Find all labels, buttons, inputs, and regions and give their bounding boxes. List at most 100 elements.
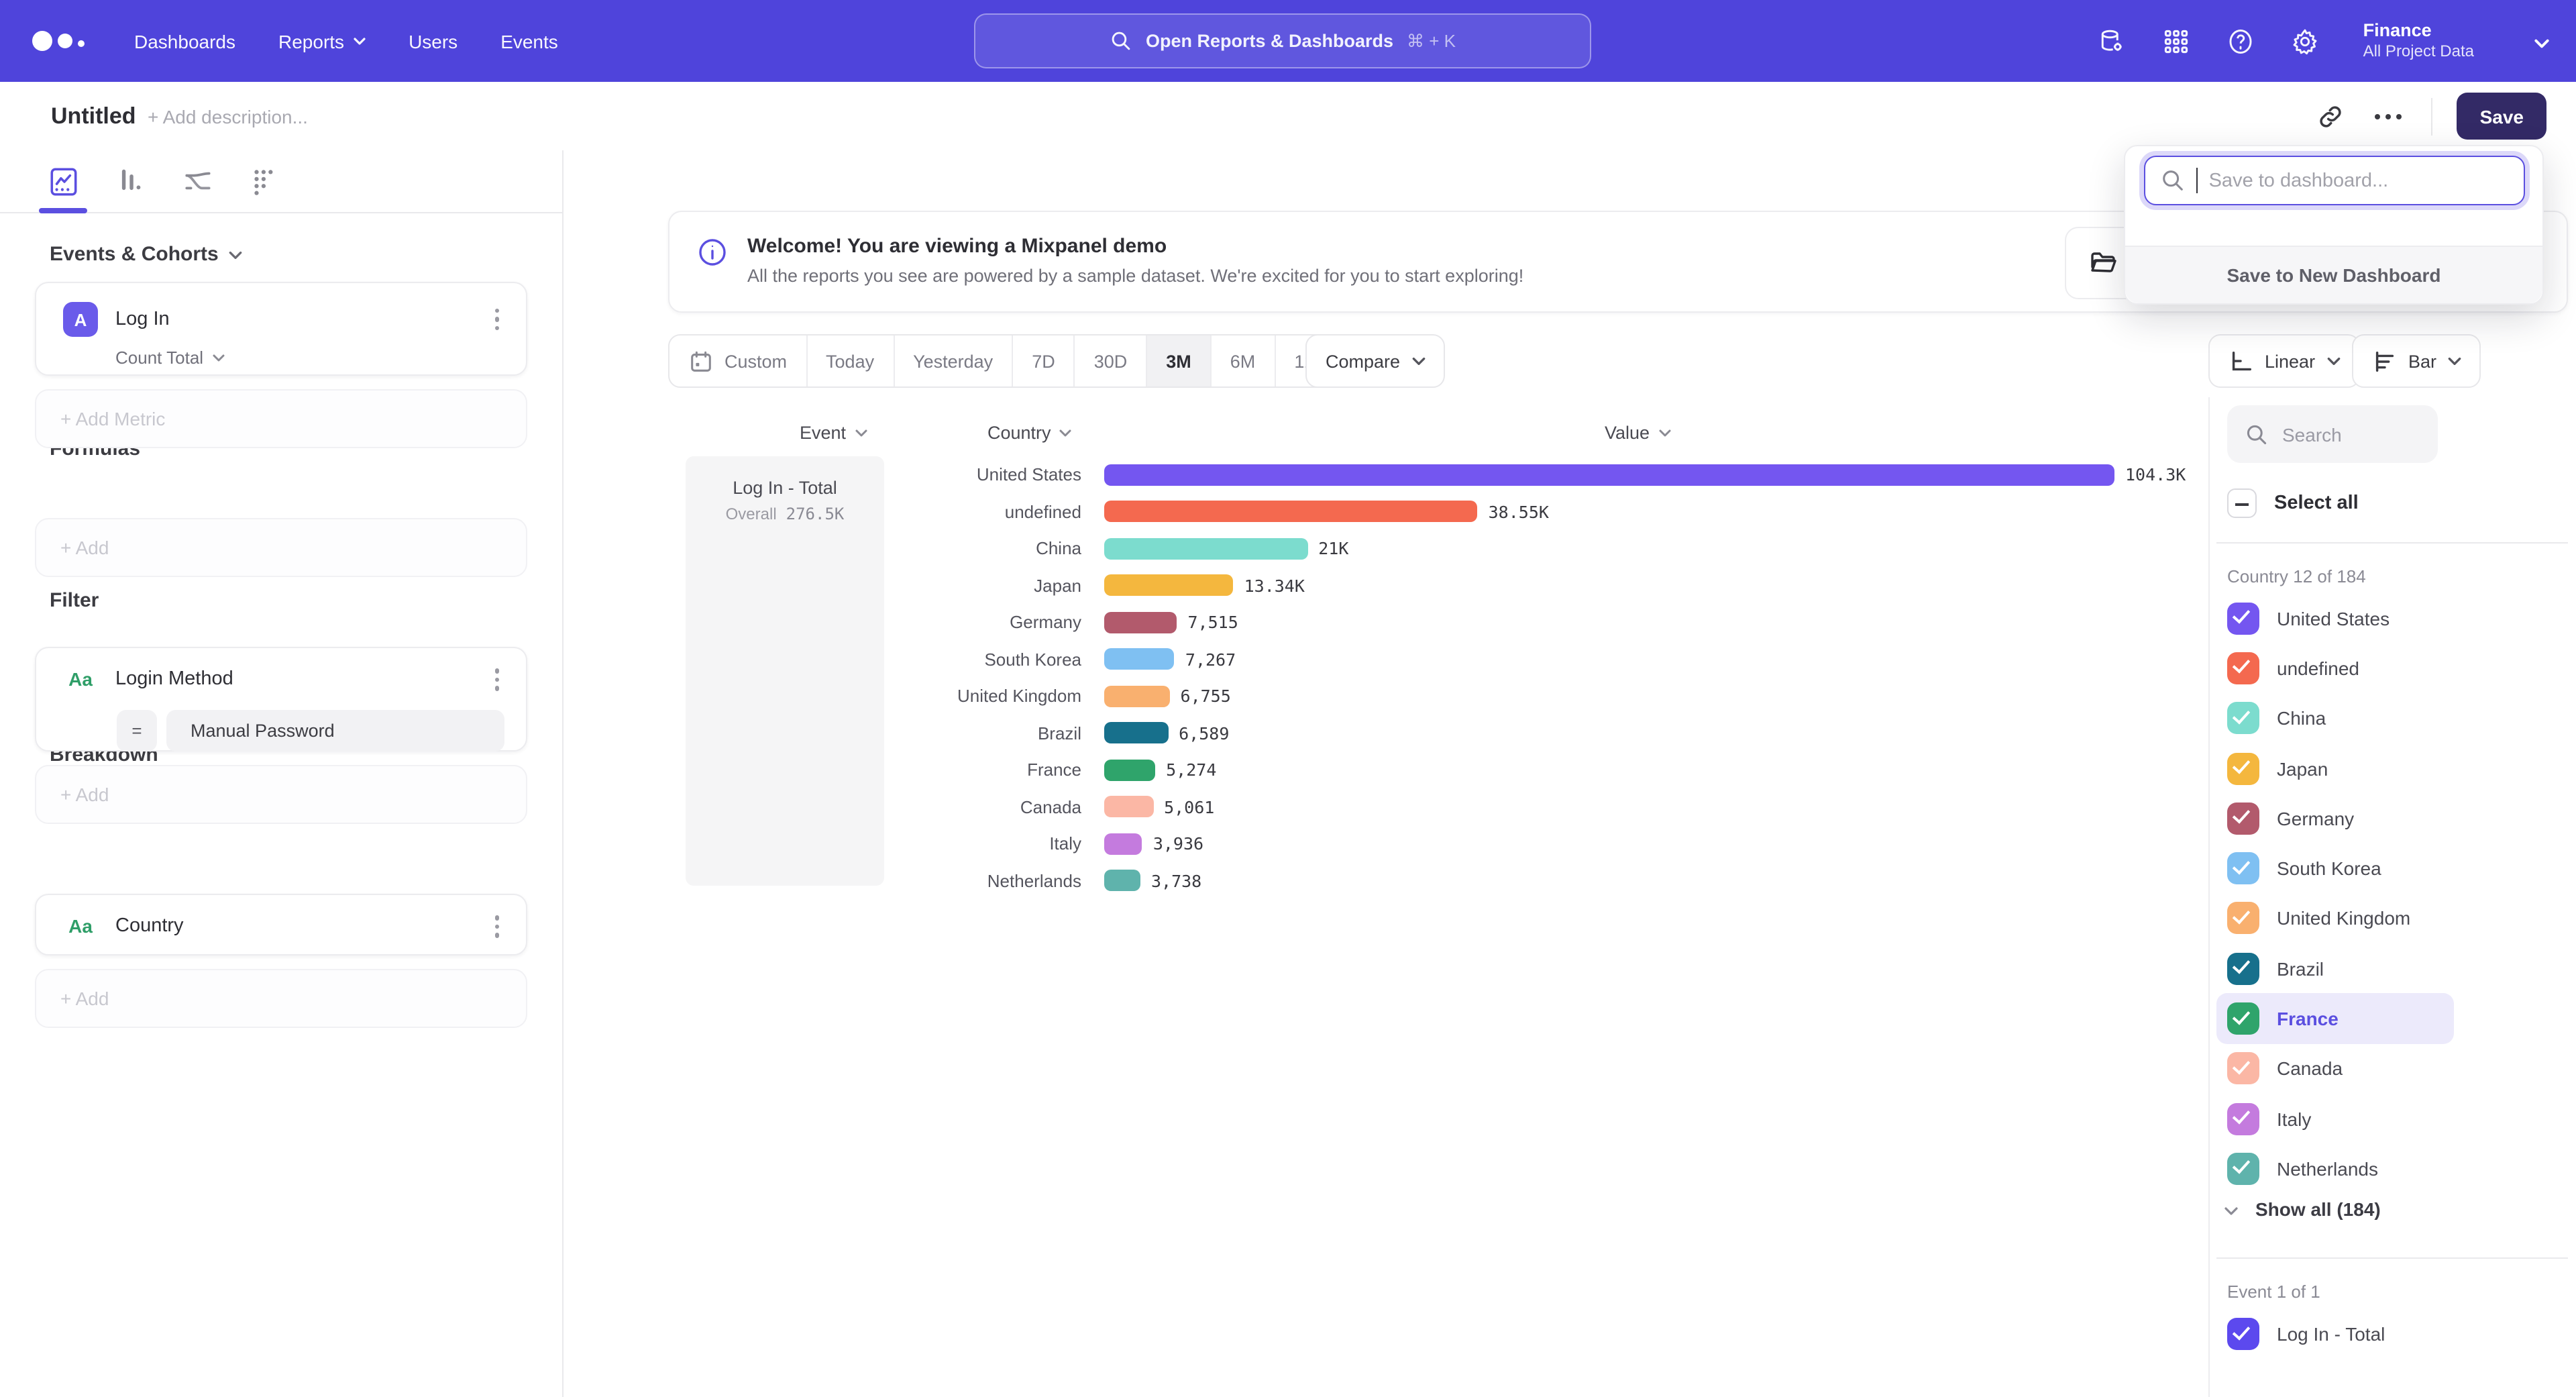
metric-aggregation-label: Count Total bbox=[115, 348, 203, 368]
chart-row-south-korea: South Korea7,267 bbox=[0, 641, 2208, 678]
date-range-controls: CustomTodayYesterday7D30D3M6M12M bbox=[668, 334, 1350, 388]
chart-bar[interactable] bbox=[1104, 870, 1140, 892]
country-filter-row-japan[interactable]: Japan bbox=[2216, 743, 2571, 794]
copy-link-icon[interactable] bbox=[2316, 101, 2346, 131]
search-icon bbox=[2245, 422, 2269, 446]
country-checkbox[interactable] bbox=[2227, 1002, 2259, 1035]
chart-bar[interactable] bbox=[1104, 575, 1234, 597]
breakdown-kebab-icon[interactable] bbox=[489, 910, 504, 943]
chart-bar[interactable] bbox=[1104, 796, 1153, 818]
country-checkbox[interactable] bbox=[2227, 1102, 2259, 1135]
event-checkbox[interactable] bbox=[2227, 1318, 2259, 1350]
country-filter-row-france[interactable]: France bbox=[2216, 994, 2454, 1044]
country-filter-row-brazil[interactable]: Brazil bbox=[2216, 943, 2571, 994]
country-checkbox[interactable] bbox=[2227, 803, 2259, 835]
select-all-checkbox[interactable] bbox=[2227, 488, 2257, 518]
project-switcher[interactable]: Finance All Project Data bbox=[2363, 19, 2474, 62]
tab-insights-line-chart-icon[interactable] bbox=[46, 164, 80, 199]
line-scale-button[interactable]: Linear bbox=[2208, 334, 2359, 388]
chevron-down-icon bbox=[2223, 1201, 2239, 1217]
save-button[interactable]: Save bbox=[2457, 93, 2546, 140]
country-filter-row-south-korea[interactable]: South Korea bbox=[2216, 843, 2571, 894]
show-all-button[interactable]: Show all (184) bbox=[2223, 1198, 2381, 1220]
range-custom[interactable]: Custom bbox=[669, 335, 807, 386]
date-range-segmented-control: CustomTodayYesterday7D30D3M6M12M bbox=[668, 334, 1350, 388]
save-dashboard-search-input[interactable]: Save to dashboard... bbox=[2144, 156, 2525, 205]
save-to-new-dashboard-button[interactable]: Save to New Dashboard bbox=[2125, 246, 2542, 303]
column-header-value[interactable]: Value bbox=[1605, 423, 1671, 443]
compare-button[interactable]: Compare bbox=[1305, 334, 1444, 388]
country-checkbox[interactable] bbox=[2227, 1153, 2259, 1185]
mixpanel-logo-icon[interactable] bbox=[32, 31, 94, 51]
chart-bar[interactable] bbox=[1104, 649, 1175, 670]
metric-kebab-icon[interactable] bbox=[489, 303, 504, 336]
tab-retention-dots-icon[interactable] bbox=[247, 164, 282, 199]
country-filter-row-china[interactable]: China bbox=[2216, 693, 2571, 743]
country-filter-row-canada[interactable]: Canada bbox=[2216, 1043, 2571, 1094]
chart-type-button[interactable]: Bar bbox=[2352, 334, 2481, 388]
metric-aggregation[interactable]: Count Total bbox=[115, 348, 526, 386]
chart-bar[interactable] bbox=[1104, 723, 1168, 744]
chart-bar[interactable] bbox=[1104, 760, 1155, 781]
chart-bar[interactable] bbox=[1104, 538, 1307, 560]
report-title[interactable]: Untitled bbox=[51, 103, 136, 130]
project-scope: All Project Data bbox=[2363, 42, 2474, 62]
country-filter-row-italy[interactable]: Italy bbox=[2216, 1094, 2571, 1144]
event-filter-row[interactable]: Log In - Total bbox=[2227, 1318, 2385, 1350]
country-filter-row-netherlands[interactable]: Netherlands bbox=[2216, 1144, 2571, 1194]
apps-grid-icon[interactable] bbox=[2162, 26, 2192, 56]
range-yesterday[interactable]: Yesterday bbox=[894, 335, 1013, 386]
country-filter-label: United States bbox=[2277, 607, 2390, 629]
range-3m[interactable]: 3M bbox=[1147, 335, 1212, 386]
global-search-button[interactable]: Open Reports & Dashboards ⌘ + K bbox=[974, 13, 1591, 68]
country-checkbox[interactable] bbox=[2227, 702, 2259, 734]
select-all-row[interactable]: Select all bbox=[2227, 488, 2359, 518]
nav-users[interactable]: Users bbox=[409, 30, 458, 52]
country-checkbox[interactable] bbox=[2227, 902, 2259, 935]
nav-dashboards[interactable]: Dashboards bbox=[134, 30, 235, 52]
tab-funnels-bar-icon[interactable] bbox=[113, 164, 148, 199]
country-checkbox[interactable] bbox=[2227, 952, 2259, 984]
search-icon bbox=[2160, 168, 2186, 193]
events-section-header[interactable]: Events & Cohorts bbox=[50, 243, 562, 266]
add-metric-button[interactable]: + Add Metric bbox=[35, 389, 527, 448]
column-header-country[interactable]: Country bbox=[987, 423, 1073, 443]
chart-row-netherlands: Netherlands3,738 bbox=[0, 862, 2208, 899]
country-checkbox[interactable] bbox=[2227, 852, 2259, 884]
breakdown-card[interactable]: Aa Country bbox=[35, 894, 527, 955]
project-chevron-down-icon[interactable] bbox=[2533, 34, 2546, 48]
country-filter-row-germany[interactable]: Germany bbox=[2216, 793, 2571, 843]
report-description-placeholder[interactable]: + Add description... bbox=[148, 106, 308, 127]
country-checkbox[interactable] bbox=[2227, 752, 2259, 784]
chart-category-label: Canada bbox=[0, 797, 1081, 817]
country-filter-label: United Kingdom bbox=[2277, 908, 2410, 929]
chart-bar[interactable] bbox=[1104, 833, 1142, 855]
nav-reports[interactable]: Reports bbox=[278, 30, 366, 52]
chart-bar[interactable] bbox=[1104, 501, 1478, 523]
tab-flows-icon[interactable] bbox=[180, 164, 215, 199]
help-icon[interactable] bbox=[2226, 26, 2256, 56]
country-checkbox[interactable] bbox=[2227, 1053, 2259, 1085]
country-checkbox[interactable] bbox=[2227, 602, 2259, 634]
country-checkbox[interactable] bbox=[2227, 652, 2259, 684]
settings-gear-icon[interactable] bbox=[2291, 26, 2320, 56]
country-filter-row-united-states[interactable]: United States bbox=[2216, 593, 2571, 643]
metric-card[interactable]: A Log In Count Total bbox=[35, 282, 527, 376]
chart-bar[interactable] bbox=[1104, 686, 1170, 707]
more-options-icon[interactable] bbox=[2370, 108, 2408, 124]
range-today[interactable]: Today bbox=[807, 335, 894, 386]
folder-icon bbox=[2088, 247, 2120, 279]
nav-events[interactable]: Events bbox=[500, 30, 558, 52]
chart-bar[interactable] bbox=[1104, 612, 1177, 633]
range-30d[interactable]: 30D bbox=[1075, 335, 1148, 386]
add-breakdown-button[interactable]: + Add bbox=[35, 969, 527, 1028]
legend-search-input[interactable]: Search bbox=[2227, 405, 2438, 463]
chart-bar[interactable] bbox=[1104, 464, 2114, 486]
range-label: Yesterday bbox=[913, 351, 993, 371]
country-filter-row-undefined[interactable]: undefined bbox=[2216, 643, 2571, 694]
country-filter-row-united-kingdom[interactable]: United Kingdom bbox=[2216, 894, 2571, 944]
column-header-event[interactable]: Event bbox=[800, 423, 867, 443]
range-7d[interactable]: 7D bbox=[1013, 335, 1075, 386]
data-management-icon[interactable] bbox=[2098, 26, 2127, 56]
range-6m[interactable]: 6M bbox=[1212, 335, 1276, 386]
